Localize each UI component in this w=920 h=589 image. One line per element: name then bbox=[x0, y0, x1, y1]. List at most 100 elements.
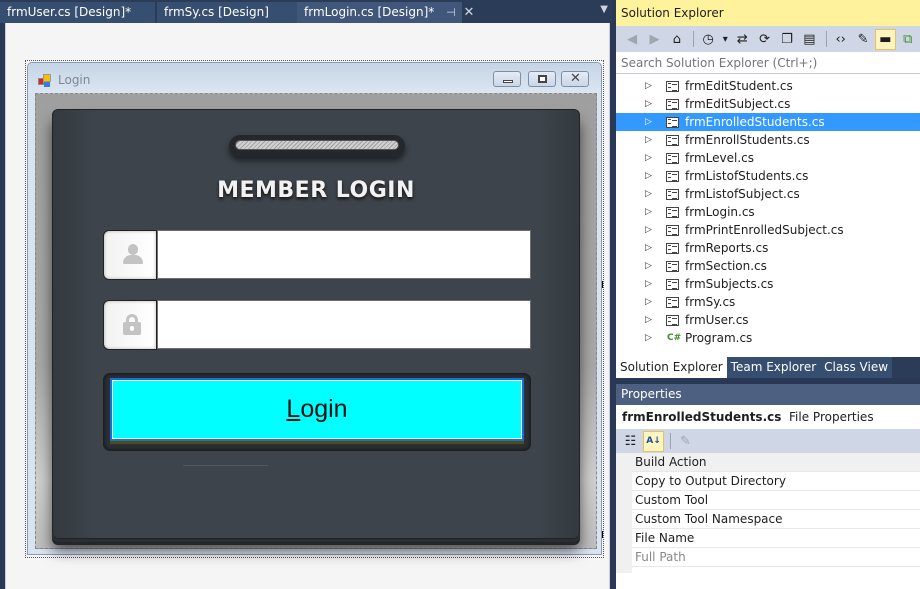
tree-item-selected[interactable]: ▷ frmEnrolledStudents.cs bbox=[616, 113, 920, 131]
close-button[interactable]: ✕ bbox=[561, 71, 589, 87]
tab-team-explorer[interactable]: Team Explorer bbox=[726, 357, 821, 378]
tab-class-view[interactable]: Class View bbox=[820, 357, 893, 378]
close-icon[interactable]: ✕ bbox=[464, 3, 475, 23]
tree-item[interactable]: ▷ frmSubjects.cs bbox=[616, 275, 920, 293]
password-icon-box bbox=[103, 300, 157, 350]
home-icon[interactable]: ⌂ bbox=[667, 29, 687, 50]
refresh-icon[interactable]: ⟳ bbox=[754, 29, 774, 50]
back-icon[interactable]: ◀ bbox=[622, 29, 642, 50]
expand-arrow-icon[interactable]: ▷ bbox=[645, 95, 652, 113]
alphabetical-sort-icon[interactable]: A↓ bbox=[643, 430, 664, 452]
properties-object-selector[interactable]: frmEnrolledStudents.cs File Properties bbox=[616, 405, 920, 429]
tree-item-label: frmEditStudent.cs bbox=[685, 79, 793, 93]
tree-item[interactable]: ▷ frmListofStudents.cs bbox=[616, 167, 920, 185]
maximize-icon bbox=[538, 75, 547, 83]
solution-search-input[interactable] bbox=[621, 56, 911, 70]
form-file-icon bbox=[666, 279, 679, 290]
login-button-well: Login bbox=[103, 373, 531, 451]
expand-arrow-icon[interactable]: ▷ bbox=[645, 329, 652, 347]
property-row[interactable]: Build Action bbox=[632, 453, 920, 472]
username-input[interactable] bbox=[157, 230, 531, 279]
pending-changes-dropdown-icon[interactable]: ▾ bbox=[720, 29, 730, 50]
tree-item[interactable]: ▷ frmListofSubject.cs bbox=[616, 185, 920, 203]
tree-item[interactable]: ▷ frmLevel.cs bbox=[616, 149, 920, 167]
categorized-icon[interactable]: ☷ bbox=[620, 431, 641, 452]
tree-item[interactable]: ▷ frmSy.cs bbox=[616, 293, 920, 311]
expand-arrow-icon[interactable]: ▷ bbox=[645, 221, 652, 239]
panel-gloss bbox=[183, 465, 268, 466]
tab-frmsy-design[interactable]: frmSy.cs [Design] bbox=[157, 2, 297, 23]
tab-label: frmSy.cs [Design] bbox=[164, 5, 269, 19]
form-titlebar: Login ✕ bbox=[28, 63, 601, 93]
username-field bbox=[103, 230, 531, 280]
tree-item-label: frmEnrolledStudents.cs bbox=[685, 115, 825, 129]
tab-frmuser-design[interactable]: frmUser.cs [Design]* bbox=[0, 2, 155, 23]
expand-arrow-icon[interactable]: ▷ bbox=[645, 77, 652, 95]
solution-explorer-toolbar: ◀ ▶ ⌂ ◷ ▾ ⇄ ⟳ ❐ ▤ ‹› ✎ ▬ ⧉ bbox=[616, 26, 920, 52]
property-row[interactable]: Full Path bbox=[632, 548, 920, 567]
form-file-icon bbox=[666, 135, 679, 146]
view-code-icon[interactable]: ‹› bbox=[831, 29, 851, 50]
minimize-button[interactable] bbox=[493, 71, 521, 87]
expand-arrow-icon[interactable]: ▷ bbox=[645, 311, 652, 329]
document-tab-strip: frmUser.cs [Design]* frmSy.cs [Design] f… bbox=[0, 0, 612, 23]
password-input[interactable] bbox=[157, 300, 531, 349]
tree-item[interactable]: ▷ frmUser.cs bbox=[616, 311, 920, 329]
login-panel: MEMBER LOGIN Login bbox=[52, 109, 580, 539]
tree-item[interactable]: ▷ frmReports.cs bbox=[616, 239, 920, 257]
member-login-heading: MEMBER LOGIN bbox=[217, 178, 415, 203]
form-file-icon bbox=[666, 81, 679, 92]
tree-item[interactable]: ▷ frmPrintEnrolledSubject.cs bbox=[616, 221, 920, 239]
pending-changes-icon[interactable]: ◷ bbox=[698, 29, 718, 50]
tab-solution-explorer[interactable]: Solution Explorer bbox=[616, 357, 727, 378]
tree-item[interactable]: ▷ frmEditSubject.cs bbox=[616, 95, 920, 113]
tree-item-label: frmUser.cs bbox=[685, 313, 749, 327]
tree-item[interactable]: ▷ frmEnrollStudents.cs bbox=[616, 131, 920, 149]
preview-selected-items-icon[interactable]: ▬ bbox=[875, 28, 896, 50]
expand-arrow-icon[interactable]: ▷ bbox=[645, 239, 652, 257]
toolbar-separator bbox=[693, 31, 695, 47]
expand-arrow-icon[interactable]: ▷ bbox=[645, 131, 652, 149]
show-all-files-icon[interactable]: ▤ bbox=[799, 29, 819, 50]
property-row[interactable]: File Name bbox=[632, 529, 920, 548]
tree-item[interactable]: ▷ frmLogin.cs bbox=[616, 203, 920, 221]
sync-icon[interactable]: ⇄ bbox=[732, 29, 752, 50]
collapse-all-icon[interactable]: ❐ bbox=[777, 29, 797, 50]
tree-item[interactable]: ▷ frmEditStudent.cs bbox=[616, 77, 920, 95]
login-button[interactable]: Login bbox=[110, 378, 524, 441]
expand-arrow-icon[interactable]: ▷ bbox=[645, 185, 652, 203]
solution-tree: ▷ frmEditStudent.cs ▷ frmEditSubject.cs ▷ f… bbox=[616, 77, 920, 347]
login-form-window[interactable]: Login ✕ MEMBER LOGIN Login bbox=[27, 62, 602, 555]
tree-item[interactable]: ▷ frmSection.cs bbox=[616, 257, 920, 275]
pin-icon[interactable]: ⊣ bbox=[446, 3, 456, 23]
solution-explorer-search[interactable] bbox=[616, 52, 920, 74]
form-file-icon bbox=[666, 243, 679, 254]
tab-label: frmLogin.cs [Design]* bbox=[304, 5, 435, 19]
tab-overflow-dropdown-icon[interactable]: ▼ bbox=[600, 4, 608, 15]
property-row[interactable]: Custom Tool Namespace bbox=[632, 510, 920, 529]
maximize-button[interactable] bbox=[528, 71, 556, 87]
properties-wrench-icon[interactable]: ✎ bbox=[853, 29, 873, 50]
form-client-area: MEMBER LOGIN Login bbox=[35, 93, 597, 549]
tree-item[interactable]: ▷ C# Program.cs bbox=[616, 329, 920, 347]
tab-frmlogin-design[interactable]: frmLogin.cs [Design]* ⊣ ✕ bbox=[297, 2, 474, 23]
properties-title: Properties bbox=[616, 384, 920, 405]
expand-arrow-icon[interactable]: ▷ bbox=[645, 149, 652, 167]
expand-arrow-icon[interactable]: ▷ bbox=[645, 113, 652, 131]
expand-arrow-icon[interactable]: ▷ bbox=[645, 167, 652, 185]
csharp-file-icon: C# bbox=[667, 333, 682, 343]
expand-arrow-icon[interactable]: ▷ bbox=[645, 203, 652, 221]
class-diagram-icon[interactable]: ⧉ bbox=[898, 29, 918, 50]
object-name: frmEnrolledStudents.cs bbox=[622, 410, 782, 424]
expand-arrow-icon[interactable]: ▷ bbox=[645, 257, 652, 275]
forward-icon[interactable]: ▶ bbox=[644, 29, 664, 50]
login-mnemonic: L bbox=[286, 395, 301, 423]
property-pages-icon[interactable]: ✎ bbox=[675, 431, 696, 452]
tree-item-label: frmPrintEnrolledSubject.cs bbox=[685, 223, 844, 237]
property-row[interactable]: Copy to Output Directory bbox=[632, 472, 920, 491]
expand-arrow-icon[interactable]: ▷ bbox=[645, 275, 652, 293]
expand-arrow-icon[interactable]: ▷ bbox=[645, 293, 652, 311]
password-field bbox=[103, 300, 531, 350]
close-icon: ✕ bbox=[570, 71, 581, 86]
property-row[interactable]: Custom Tool bbox=[632, 491, 920, 510]
